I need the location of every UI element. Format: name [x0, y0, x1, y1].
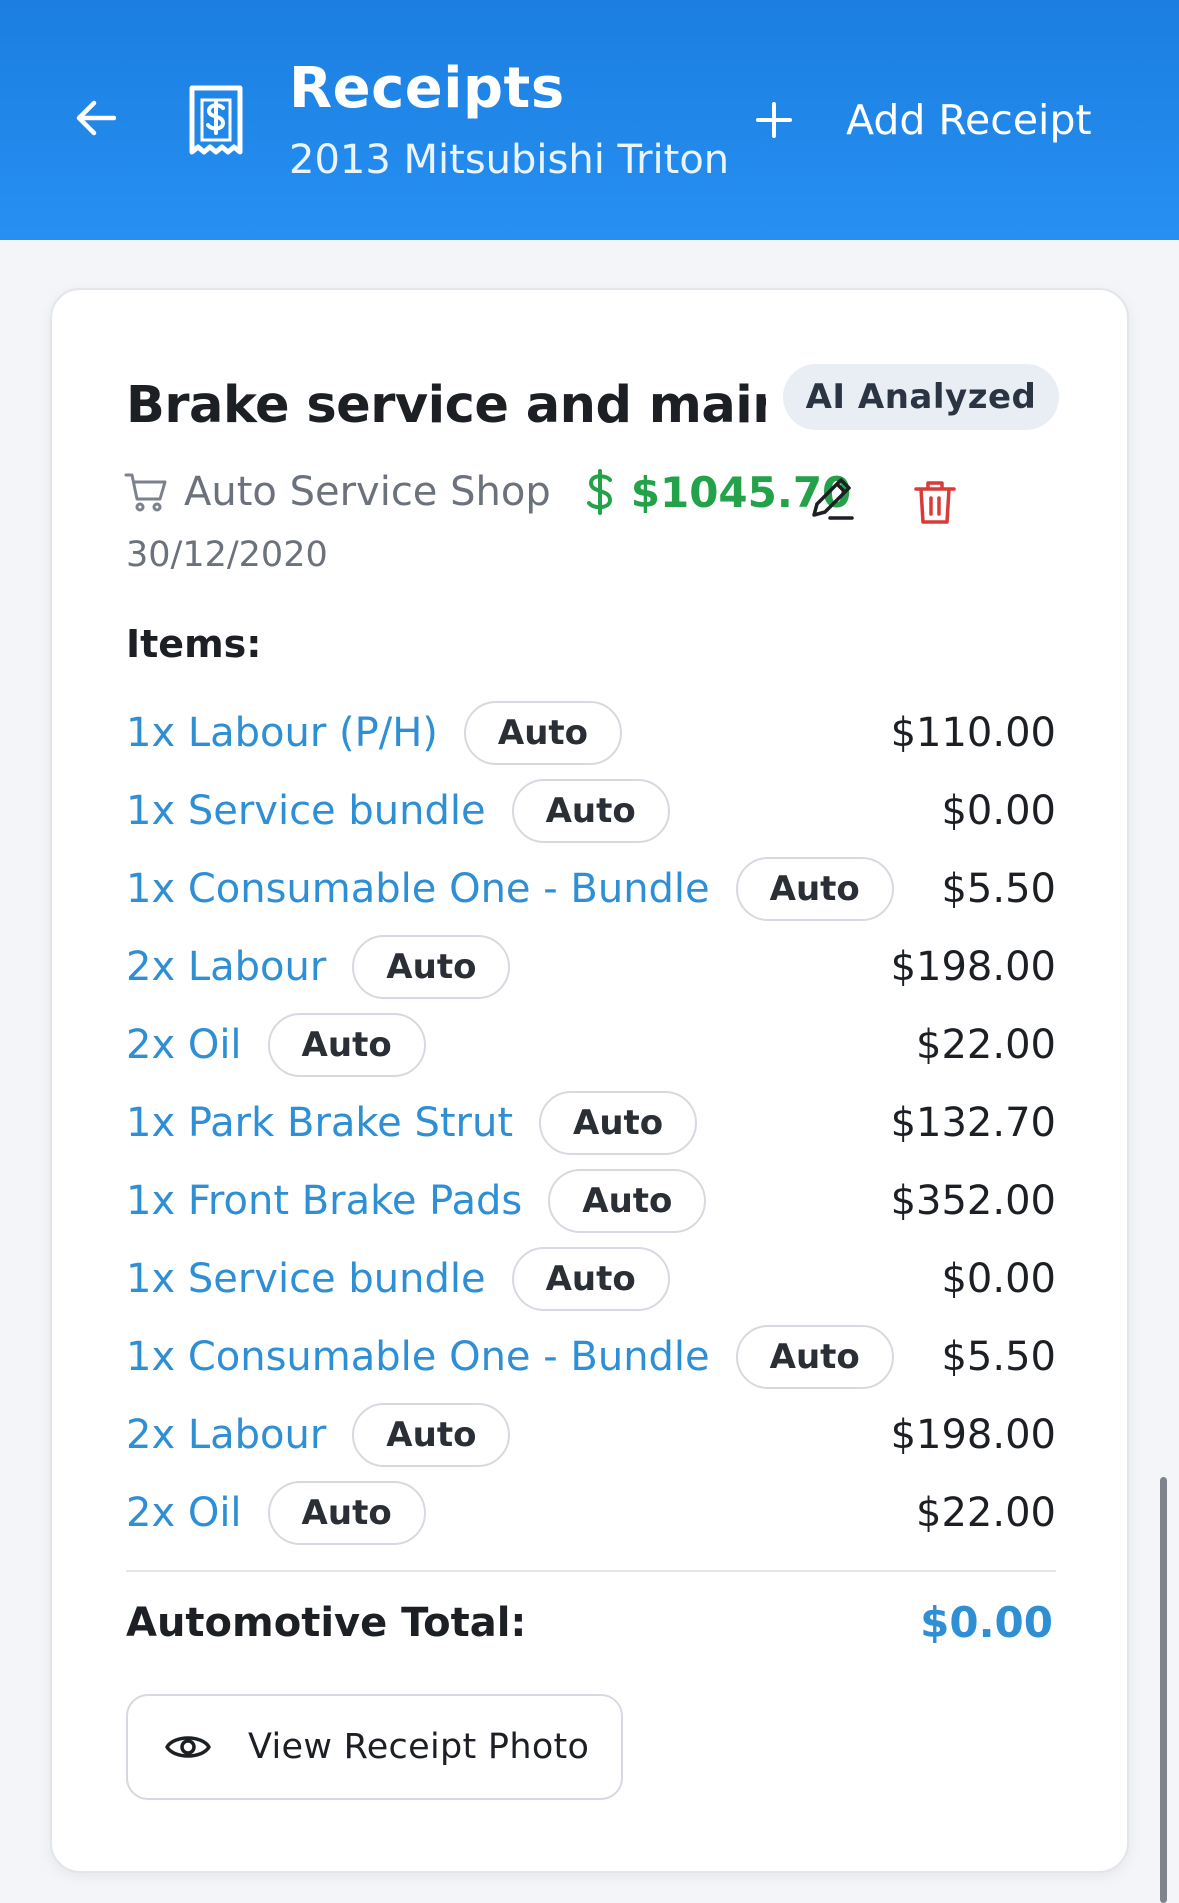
item-price: $198.00 — [890, 1412, 1056, 1458]
vehicle-subtitle: 2013 Mitsubishi Triton — [289, 137, 730, 183]
items-divider — [126, 1570, 1056, 1572]
line-item[interactable]: 2x Labour Auto $198.00 — [126, 1402, 1056, 1468]
line-item[interactable]: 2x Oil Auto $22.00 — [126, 1480, 1056, 1546]
item-price: $22.00 — [916, 1022, 1056, 1068]
eye-icon — [165, 1736, 211, 1758]
line-item[interactable]: 1x Consumable One - Bundle Auto $5.50 — [126, 1324, 1056, 1390]
pencil-icon — [812, 478, 854, 520]
item-name[interactable]: 1x Park Brake Strut — [126, 1100, 513, 1146]
line-item[interactable]: 2x Oil Auto $22.00 — [126, 1012, 1056, 1078]
item-price: $352.00 — [890, 1178, 1056, 1224]
item-price: $0.00 — [941, 788, 1056, 834]
page-title: Receipts — [289, 56, 565, 121]
line-item[interactable]: 1x Labour (P/H) Auto $110.00 — [126, 700, 1056, 766]
dollar-icon — [586, 469, 612, 515]
automotive-total-value: $0.00 — [920, 1598, 1053, 1647]
app-header: Receipts 2013 Mitsubishi Triton Add Rece… — [0, 0, 1179, 240]
item-category-tag[interactable]: Auto — [267, 1013, 426, 1077]
item-category-tag[interactable]: Auto — [735, 857, 894, 921]
item-price: $198.00 — [890, 944, 1056, 990]
item-name[interactable]: 2x Oil — [126, 1022, 242, 1068]
item-price: $5.50 — [941, 866, 1056, 912]
items-heading: Items: — [126, 622, 262, 666]
line-item[interactable]: 1x Service bundle Auto $0.00 — [126, 1246, 1056, 1312]
add-receipt-button[interactable]: Add Receipt — [756, 90, 1092, 150]
line-item[interactable]: 2x Labour Auto $198.00 — [126, 934, 1056, 1000]
automotive-total-label: Automotive Total: — [126, 1600, 527, 1646]
line-item[interactable]: 1x Consumable One - Bundle Auto $5.50 — [126, 856, 1056, 922]
item-category-tag[interactable]: Auto — [352, 1403, 511, 1467]
item-name[interactable]: 1x Service bundle — [126, 1256, 486, 1302]
back-button[interactable] — [72, 94, 120, 142]
item-name[interactable]: 2x Labour — [126, 944, 326, 990]
line-item[interactable]: 1x Park Brake Strut Auto $132.70 — [126, 1090, 1056, 1156]
add-receipt-label: Add Receipt — [846, 96, 1092, 144]
receipt-date: 30/12/2020 — [126, 535, 328, 575]
item-price: $5.50 — [941, 1334, 1056, 1380]
item-price: $132.70 — [890, 1100, 1056, 1146]
item-category-tag[interactable]: Auto — [511, 779, 670, 843]
trash-icon — [914, 481, 956, 524]
item-price: $0.00 — [941, 1256, 1056, 1302]
item-name[interactable]: 2x Oil — [126, 1490, 242, 1536]
item-category-tag[interactable]: Auto — [511, 1247, 670, 1311]
arrow-left-icon — [76, 100, 116, 136]
item-category-tag[interactable]: Auto — [735, 1325, 894, 1389]
line-item[interactable]: 1x Front Brake Pads Auto $352.00 — [126, 1168, 1056, 1234]
item-name[interactable]: 1x Labour (P/H) — [126, 710, 438, 756]
receipt-dollar-icon — [189, 85, 243, 155]
item-name[interactable]: 1x Service bundle — [126, 788, 486, 834]
view-receipt-photo-button[interactable]: View Receipt Photo — [126, 1694, 623, 1800]
plus-icon — [756, 102, 792, 138]
item-price: $110.00 — [890, 710, 1056, 756]
cart-icon — [124, 473, 167, 512]
item-name[interactable]: 1x Consumable One - Bundle — [126, 866, 710, 912]
merchant-name: Auto Service Shop — [184, 469, 551, 515]
item-price: $22.00 — [916, 1490, 1056, 1536]
merchant-row: Auto Service Shop $1045.70 — [124, 462, 851, 522]
receipt-card: Brake service and maint... AI Analyzed A… — [50, 288, 1129, 1873]
receipt-title: Brake service and maint... — [126, 376, 766, 435]
item-name[interactable]: 1x Front Brake Pads — [126, 1178, 522, 1224]
item-category-tag[interactable]: Auto — [352, 935, 511, 999]
delete-receipt-button[interactable] — [912, 477, 958, 527]
item-category-tag[interactable]: Auto — [267, 1481, 426, 1545]
item-name[interactable]: 1x Consumable One - Bundle — [126, 1334, 710, 1380]
item-category-tag[interactable]: Auto — [539, 1091, 698, 1155]
scrollbar[interactable] — [1160, 1477, 1167, 1903]
item-category-tag[interactable]: Auto — [463, 701, 623, 765]
edit-amount-button[interactable] — [808, 473, 858, 523]
line-item[interactable]: 1x Service bundle Auto $0.00 — [126, 778, 1056, 844]
ai-analyzed-badge: AI Analyzed — [783, 364, 1059, 430]
item-category-tag[interactable]: Auto — [548, 1169, 707, 1233]
view-receipt-photo-label: View Receipt Photo — [248, 1727, 590, 1767]
item-name[interactable]: 2x Labour — [126, 1412, 326, 1458]
